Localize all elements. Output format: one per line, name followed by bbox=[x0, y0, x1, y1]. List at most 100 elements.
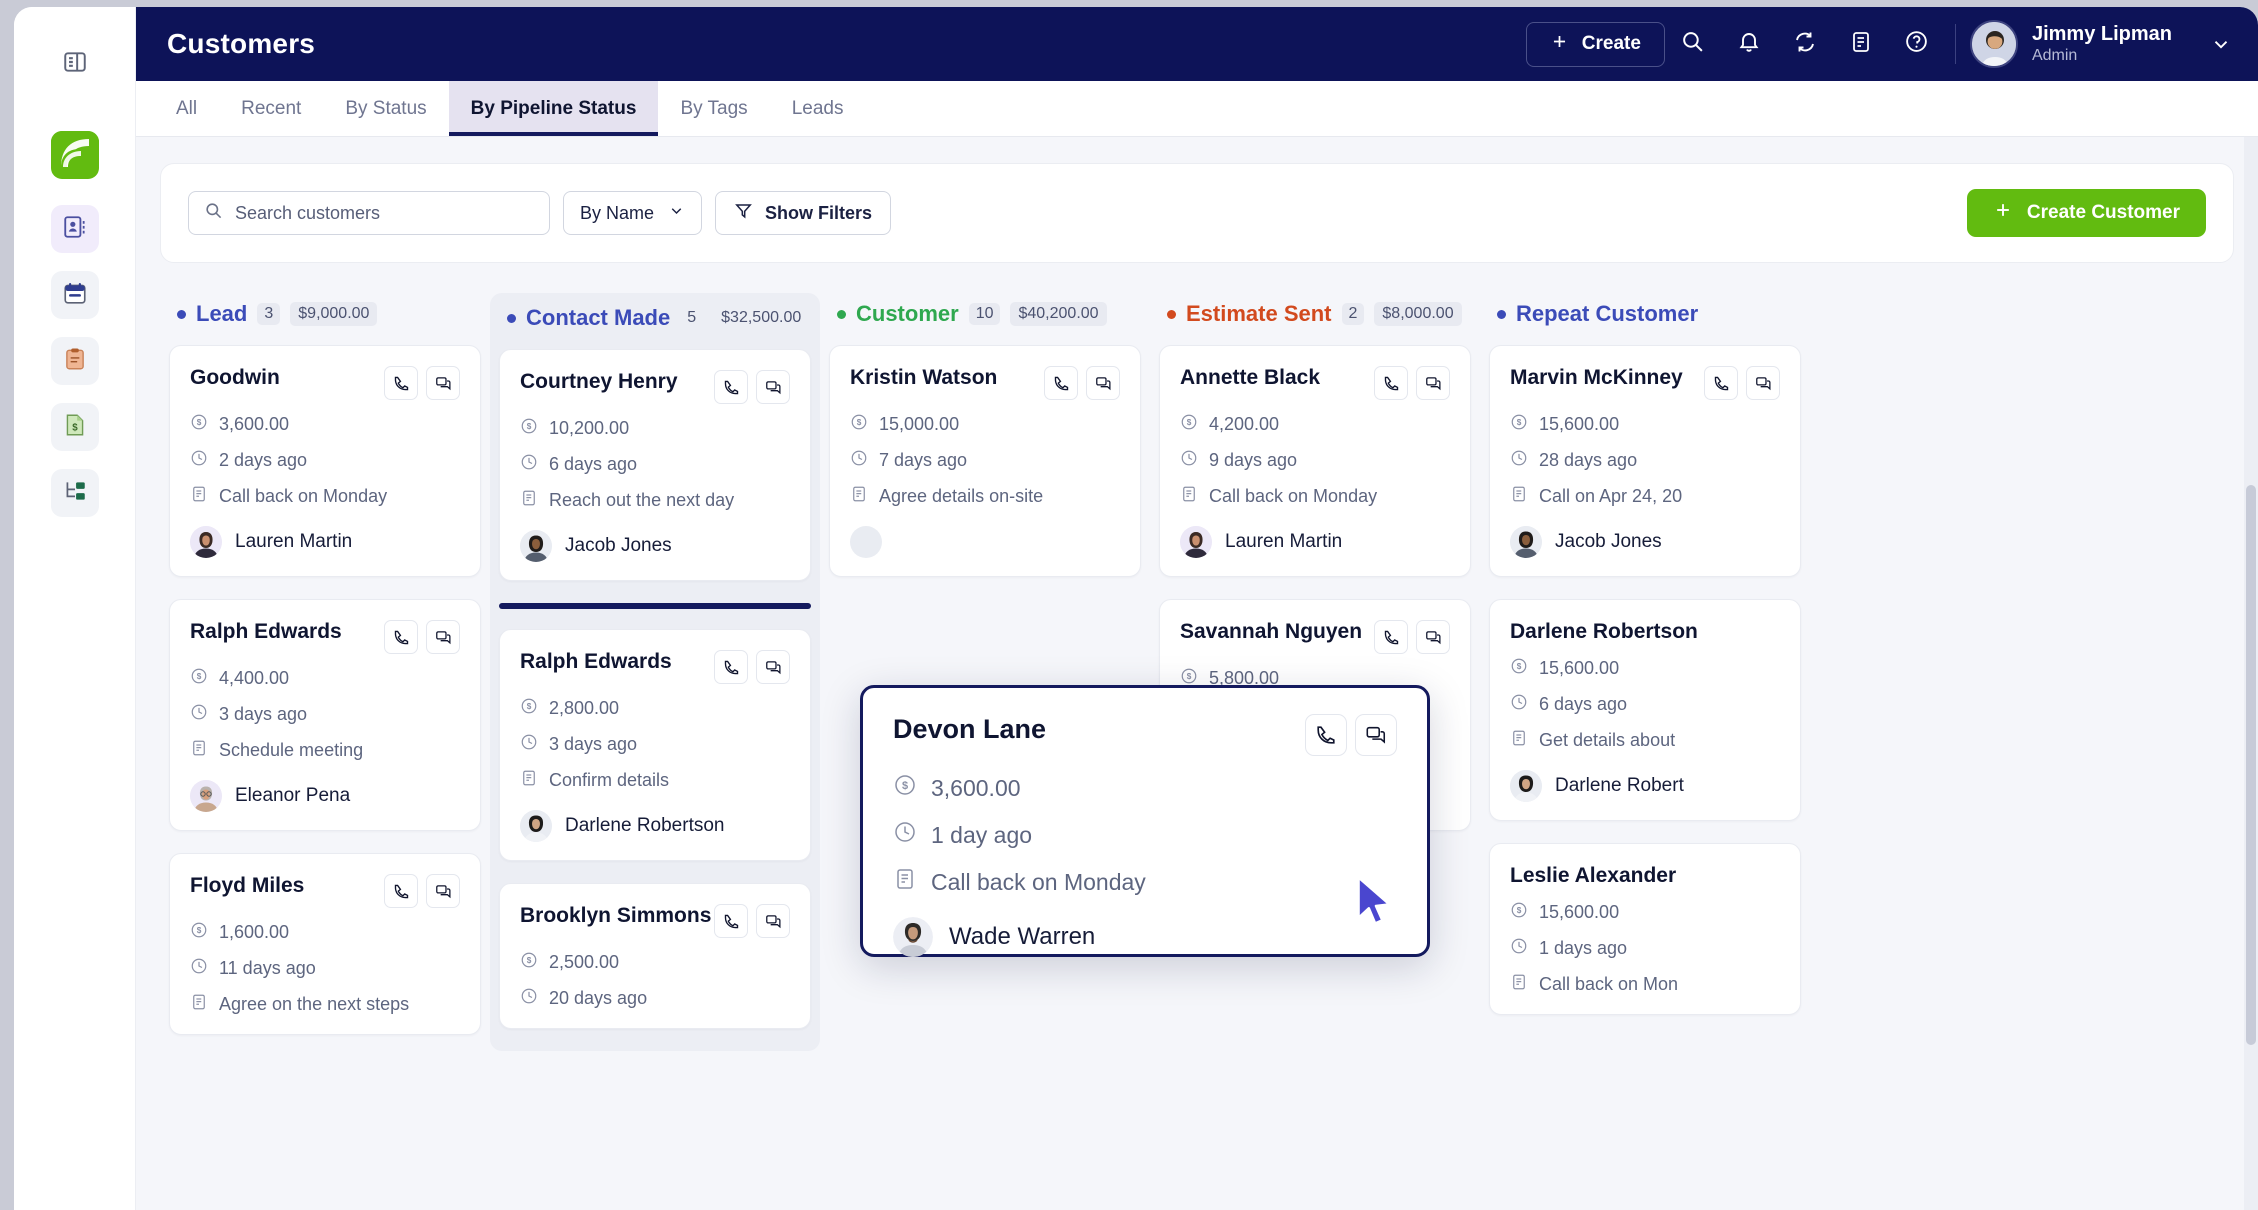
card-note: Call back on Mon bbox=[1539, 974, 1679, 994]
card-header: Darlene Robertson bbox=[1510, 620, 1780, 644]
card-amount-row: $ 15,000.00 bbox=[850, 413, 1120, 436]
call-button[interactable] bbox=[714, 904, 748, 938]
plus-icon bbox=[1993, 200, 2013, 226]
tab-recent[interactable]: Recent bbox=[219, 81, 323, 136]
message-button[interactable] bbox=[1416, 366, 1450, 400]
vertical-scrollbar-thumb[interactable] bbox=[2246, 485, 2256, 1045]
pipeline-column-lead[interactable]: Lead 3 $9,000.00 Goodwin $ 3,600.00 2 da… bbox=[160, 293, 490, 1057]
sidebar-item-invoices[interactable]: $ bbox=[50, 403, 99, 451]
tab-by-pipeline-status[interactable]: By Pipeline Status bbox=[448, 81, 659, 136]
sidebar-item-projects[interactable] bbox=[50, 469, 99, 517]
call-button[interactable] bbox=[1374, 366, 1408, 400]
message-button[interactable] bbox=[426, 620, 460, 654]
vertical-scrollbar-track[interactable] bbox=[2244, 137, 2258, 1210]
avatar bbox=[850, 526, 882, 558]
chevron-down-icon[interactable] bbox=[2210, 33, 2232, 55]
clock-icon bbox=[190, 957, 208, 980]
message-button[interactable] bbox=[756, 650, 790, 684]
tab-label: All bbox=[176, 97, 198, 119]
sidebar-item-tasks[interactable] bbox=[50, 337, 99, 385]
app-logo-icon bbox=[50, 131, 99, 179]
tab-by-tags[interactable]: By Tags bbox=[658, 81, 769, 136]
card-title: Brooklyn Simmons bbox=[520, 904, 712, 927]
call-button[interactable] bbox=[384, 874, 418, 908]
tab-by-status[interactable]: By Status bbox=[323, 81, 448, 136]
message-button[interactable] bbox=[1086, 366, 1120, 400]
svg-text:$: $ bbox=[1187, 418, 1192, 427]
call-button[interactable] bbox=[714, 650, 748, 684]
call-button[interactable] bbox=[714, 370, 748, 404]
customer-card[interactable]: Leslie Alexander $ 15,600.00 1 days ago bbox=[1489, 843, 1801, 1015]
notes-button[interactable] bbox=[1833, 19, 1889, 69]
projects-icon bbox=[62, 478, 88, 509]
card-amount-row: $ 4,200.00 bbox=[1180, 413, 1450, 436]
show-filters-button[interactable]: Show Filters bbox=[715, 191, 892, 235]
message-button[interactable] bbox=[426, 874, 460, 908]
dollar-icon: $ bbox=[1510, 901, 1528, 924]
search-button[interactable] bbox=[1665, 19, 1721, 69]
customer-card[interactable]: Ralph Edwards $ 2,800.00 3 days ago Conf… bbox=[499, 629, 811, 861]
customer-card[interactable]: Floyd Miles $ 1,600.00 11 days ago Agree… bbox=[169, 853, 481, 1035]
tab-leads[interactable]: Leads bbox=[770, 81, 866, 136]
card-actions bbox=[384, 366, 460, 400]
refresh-button[interactable] bbox=[1777, 19, 1833, 69]
call-button[interactable] bbox=[1305, 714, 1347, 756]
customer-card[interactable]: Brooklyn Simmons $ 2,500.00 20 days ago bbox=[499, 883, 811, 1029]
sidebar-toggle-button[interactable] bbox=[53, 42, 97, 86]
card-title: Darlene Robertson bbox=[1510, 620, 1698, 643]
app-logo[interactable] bbox=[50, 131, 99, 179]
contacts-icon bbox=[62, 214, 88, 245]
call-button[interactable] bbox=[384, 366, 418, 400]
card-owner bbox=[850, 526, 1120, 558]
pipeline-column-repeat-customer[interactable]: Repeat Customer Marvin McKinney $ 15,600… bbox=[1480, 293, 1810, 1037]
card-actions bbox=[714, 650, 790, 684]
tab-label: Recent bbox=[241, 97, 302, 119]
customer-card[interactable]: Courtney Henry $ 10,200.00 6 days ago Re… bbox=[499, 349, 811, 581]
sidebar-item-contacts[interactable] bbox=[50, 205, 99, 253]
customer-card[interactable]: Kristin Watson $ 15,000.00 7 days ago Ag… bbox=[829, 345, 1141, 577]
avatar bbox=[1180, 526, 1212, 558]
sidebar-item-calendar[interactable] bbox=[50, 271, 99, 319]
card-actions bbox=[384, 874, 460, 908]
card-time: 6 days ago bbox=[549, 454, 638, 474]
nav-rail: $ bbox=[14, 7, 136, 1210]
message-button[interactable] bbox=[1416, 620, 1450, 654]
pipeline-column-customer[interactable]: Customer 10 $40,200.00 Kristin Watson $ … bbox=[820, 293, 1150, 599]
clock-icon bbox=[1510, 693, 1528, 716]
message-button[interactable] bbox=[756, 370, 790, 404]
sort-select[interactable]: By Name bbox=[563, 191, 703, 235]
user-menu[interactable]: Jimmy Lipman Admin bbox=[1969, 20, 2232, 68]
tab-all[interactable]: All bbox=[154, 81, 219, 136]
help-button[interactable] bbox=[1889, 19, 1945, 69]
clock-icon bbox=[190, 449, 208, 472]
customer-card[interactable]: Annette Black $ 4,200.00 9 days ago Call… bbox=[1159, 345, 1471, 577]
call-button[interactable] bbox=[1704, 366, 1738, 400]
call-button[interactable] bbox=[1374, 620, 1408, 654]
customer-card[interactable]: Ralph Edwards $ 4,400.00 3 days ago Sche… bbox=[169, 599, 481, 831]
create-button[interactable]: Create bbox=[1525, 21, 1665, 67]
search-input[interactable]: Search customers bbox=[188, 191, 550, 235]
card-note-row: Call back on Monday bbox=[1180, 485, 1450, 508]
call-button[interactable] bbox=[1044, 366, 1078, 400]
message-button[interactable] bbox=[756, 904, 790, 938]
card-title: Marvin McKinney bbox=[1510, 366, 1683, 389]
search-placeholder: Search customers bbox=[235, 202, 381, 223]
card-time-row: 6 days ago bbox=[1510, 693, 1780, 716]
customer-card[interactable]: Darlene Robertson $ 15,600.00 6 days ago bbox=[1489, 599, 1801, 821]
message-button[interactable] bbox=[1355, 714, 1397, 756]
call-button[interactable] bbox=[384, 620, 418, 654]
dragged-customer-card[interactable]: Devon Lane $ 3,600.00 1 day ago Call bac… bbox=[860, 685, 1430, 957]
pipeline-column-contact-made[interactable]: Contact Made 5 $32,500.00 Courtney Henry bbox=[490, 293, 820, 1051]
column-header: Contact Made 5 $32,500.00 bbox=[499, 297, 811, 349]
create-customer-button[interactable]: Create Customer bbox=[1966, 189, 2206, 237]
customer-card[interactable]: Goodwin $ 3,600.00 2 days ago Call back … bbox=[169, 345, 481, 577]
notifications-button[interactable] bbox=[1721, 19, 1777, 69]
refresh-icon bbox=[1793, 30, 1817, 59]
status-dot bbox=[1167, 309, 1176, 319]
card-header: Leslie Alexander bbox=[1510, 864, 1780, 888]
clipboard-icon bbox=[62, 346, 88, 377]
message-button[interactable] bbox=[426, 366, 460, 400]
message-button[interactable] bbox=[1746, 366, 1780, 400]
drop-indicator bbox=[499, 603, 811, 609]
customer-card[interactable]: Marvin McKinney $ 15,600.00 28 days ago … bbox=[1489, 345, 1801, 577]
